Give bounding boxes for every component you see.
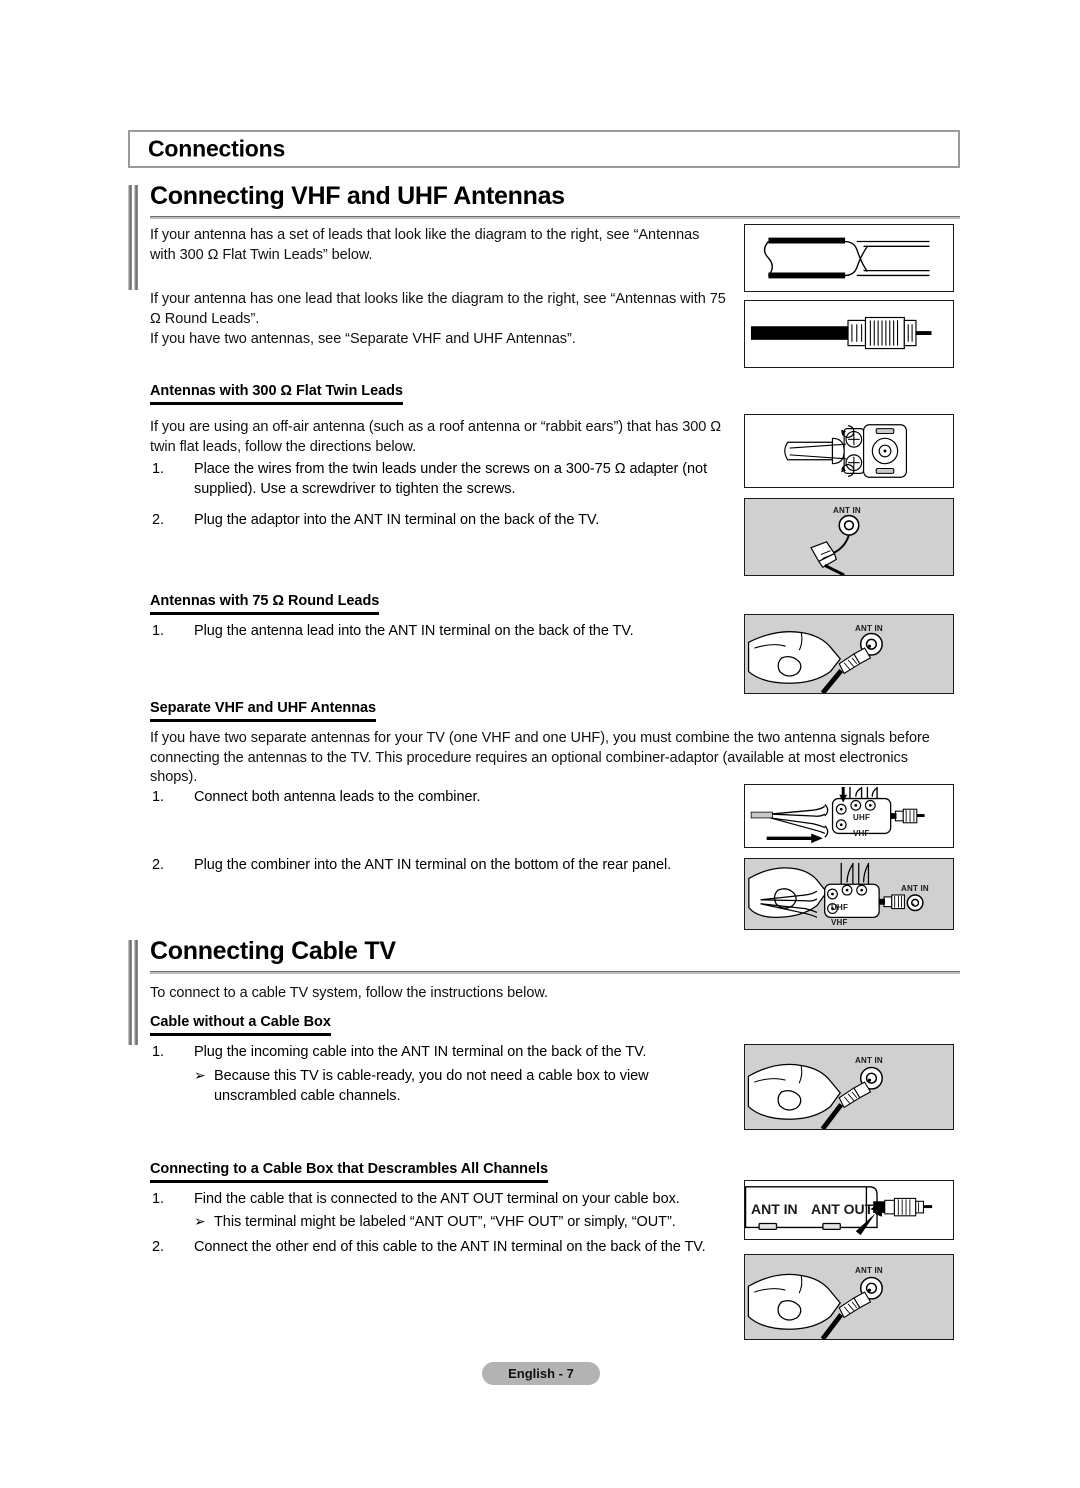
section-rule <box>150 216 960 219</box>
figure-caption-ant-in: ANT IN <box>751 1201 798 1217</box>
list-item-number: 1. <box>152 1191 164 1207</box>
list-item-number: 1. <box>152 461 164 477</box>
subheading-separate-vhf-uhf: Separate VHF and UHF Antennas <box>150 700 376 722</box>
figure-caption-ant-in: ANT IN <box>855 1056 883 1065</box>
note-item: ➢ Because this TV is cable-ready, you do… <box>194 1067 674 1106</box>
section-rule <box>150 971 960 974</box>
arrow-bullet-icon: ➢ <box>194 1067 206 1083</box>
list-item-text: Plug the combiner into the ANT IN termin… <box>194 857 672 873</box>
figure-caption-ant-in: ANT IN <box>833 506 861 515</box>
figure-caption-ant-in: ANT IN <box>855 624 883 633</box>
figure-flat-twin-lead <box>744 224 954 292</box>
list-item-number: 2. <box>152 857 164 873</box>
list-item: 2. Plug the combiner into the ANT IN ter… <box>152 856 752 876</box>
paragraph-separate-intro: If you have two separate antennas for yo… <box>150 730 930 785</box>
list-item-number: 1. <box>152 1044 164 1060</box>
figure-caption-ant-in: ANT IN <box>855 1266 883 1275</box>
list-item-number: 1. <box>152 789 164 805</box>
list-item-number: 2. <box>152 512 164 528</box>
list-item: 1. Plug the incoming cable into the ANT … <box>152 1043 727 1063</box>
page-title: Connections <box>148 135 286 162</box>
figure-caption-uhf: UHF <box>831 903 849 912</box>
list-item-text: Place the wires from the twin leads unde… <box>194 461 708 497</box>
figure-cable-box-rear: ANT IN ANT OUT <box>744 1180 954 1240</box>
figure-hand-coax-ant-in-1: ANT IN <box>744 614 954 694</box>
subheading-cable-box-descrambles: Connecting to a Cable Box that Descrambl… <box>150 1161 548 1183</box>
list-item-text: Find the cable that is connected to the … <box>194 1191 680 1207</box>
figure-caption-vhf: VHF <box>831 918 848 927</box>
note-text: Because this TV is cable-ready, you do n… <box>214 1068 649 1104</box>
list-item-text: Plug the incoming cable into the ANT IN … <box>194 1044 647 1060</box>
manual-page: Connections Connecting VHF and UHF Anten… <box>0 0 1080 1488</box>
list-item: 1. Find the cable that is connected to t… <box>152 1190 727 1210</box>
figure-adapter-to-ant-in: ANT IN <box>744 498 954 576</box>
arrow-bullet-icon: ➢ <box>194 1213 206 1229</box>
subheading-antennas-75-round: Antennas with 75 Ω Round Leads <box>150 593 379 615</box>
figure-combiner-ant-in: UHF VHF ANT IN <box>744 858 954 930</box>
list-item: 2. Plug the adaptor into the ANT IN term… <box>152 511 727 531</box>
figure-combiner: UHF VHF <box>744 784 954 848</box>
figure-caption-ant-out: ANT OUT <box>811 1201 874 1217</box>
list-item-text: Connect both antenna leads to the combin… <box>194 789 481 805</box>
list-item-number: 2. <box>152 1239 164 1255</box>
figure-hand-coax-ant-in-3: ANT IN <box>744 1254 954 1340</box>
figure-hand-coax-ant-in-2: ANT IN <box>744 1044 954 1130</box>
paragraph-flat-twin-intro: If you are using an off-air antenna (suc… <box>150 419 722 455</box>
list-item-text: Connect the other end of this cable to t… <box>194 1239 706 1255</box>
section-heading-cable-tv: Connecting Cable TV <box>150 937 396 965</box>
list-item: 1. Place the wires from the twin leads u… <box>152 460 727 499</box>
paragraph-vhf-intro-1: If your antenna has a set of leads that … <box>150 227 700 263</box>
subheading-antennas-300-flat-twin: Antennas with 300 Ω Flat Twin Leads <box>150 383 403 405</box>
page-footer-badge: English - 7 <box>482 1362 600 1385</box>
chapter-title-box: Connections <box>128 130 960 168</box>
note-text: This terminal might be labeled “ANT OUT”… <box>214 1214 676 1230</box>
list-item-text: Plug the adaptor into the ANT IN termina… <box>194 512 600 528</box>
list-item: 2. Connect the other end of this cable t… <box>152 1238 752 1258</box>
section-accent-bars <box>128 940 141 1045</box>
subheading-cable-without-box: Cable without a Cable Box <box>150 1014 331 1036</box>
figure-caption-ant-in: ANT IN <box>901 884 929 893</box>
page-footer-label: English - 7 <box>508 1366 574 1381</box>
list-item: 1. Plug the antenna lead into the ANT IN… <box>152 622 727 642</box>
section-heading-vhf-uhf: Connecting VHF and UHF Antennas <box>150 182 565 210</box>
list-item-number: 1. <box>152 623 164 639</box>
paragraph-vhf-intro-3: If you have two antennas, see “Separate … <box>150 331 576 347</box>
list-item: 1. Connect both antenna leads to the com… <box>152 788 727 808</box>
figure-caption-uhf: UHF <box>853 813 871 822</box>
figure-adapter-300-75 <box>744 414 954 488</box>
paragraph-vhf-intro-2: If your antenna has one lead that looks … <box>150 291 726 327</box>
list-item-text: Plug the antenna lead into the ANT IN te… <box>194 623 634 639</box>
figure-caption-vhf: VHF <box>853 829 870 838</box>
note-item: ➢ This terminal might be labeled “ANT OU… <box>194 1213 714 1233</box>
figure-coax-connector <box>744 300 954 368</box>
section-accent-bars <box>128 185 141 290</box>
paragraph-cable-intro: To connect to a cable TV system, follow … <box>150 985 548 1001</box>
